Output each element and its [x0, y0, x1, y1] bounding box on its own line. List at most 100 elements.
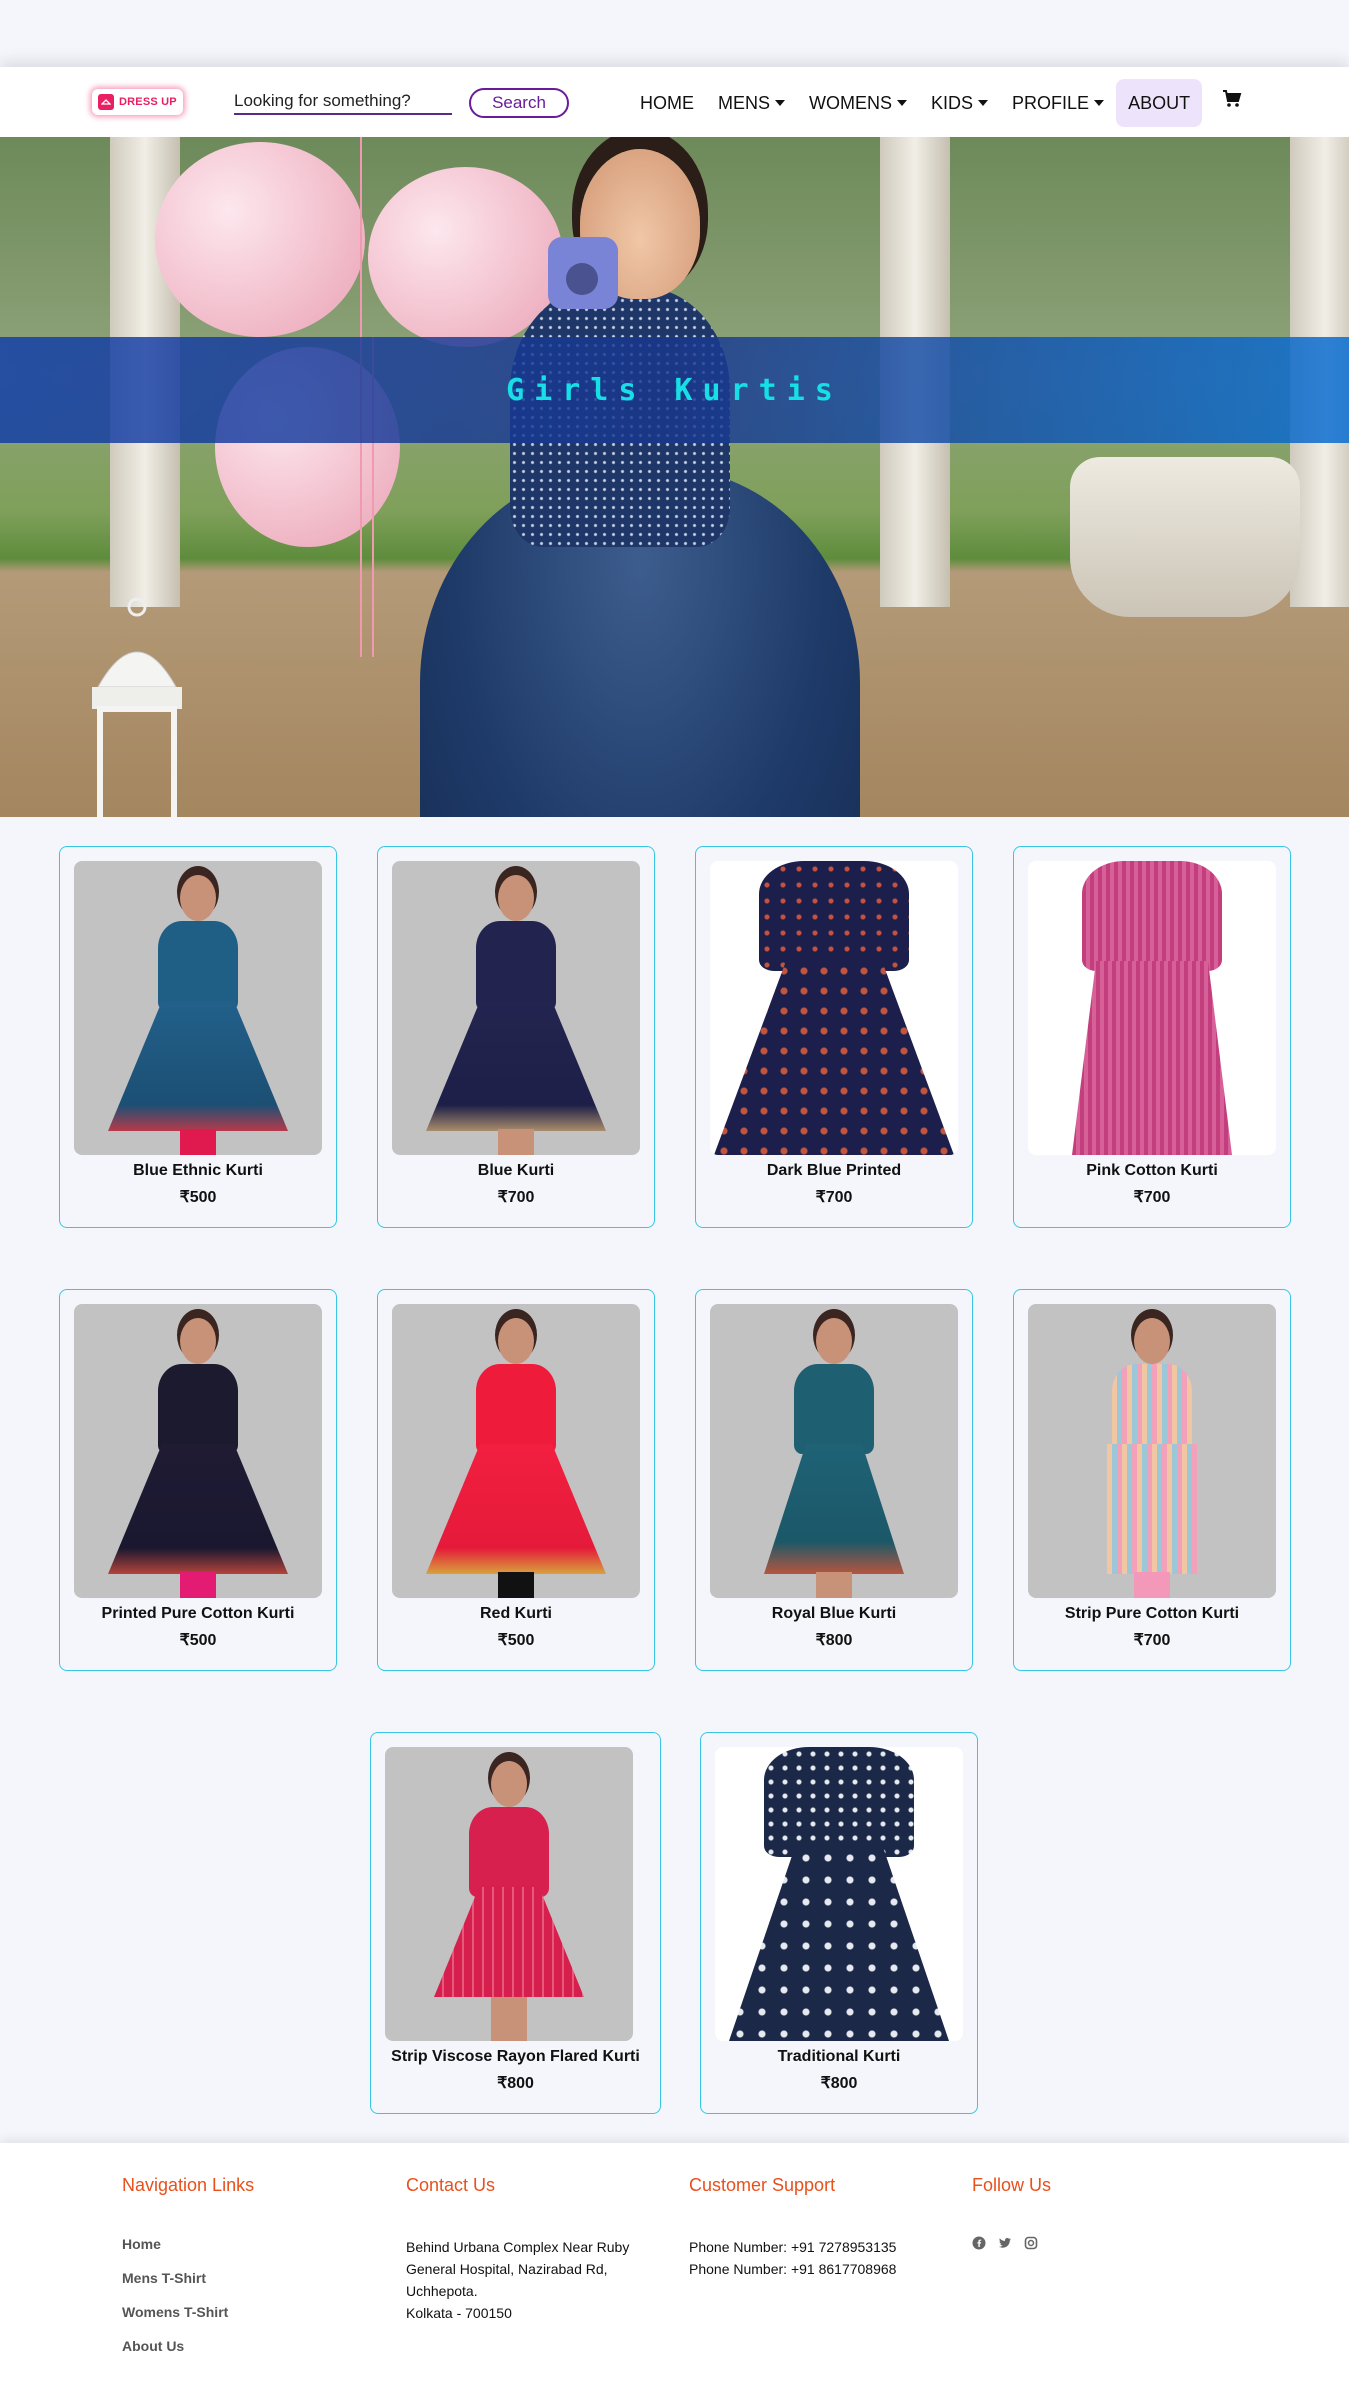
model-skirt — [434, 1887, 584, 1997]
address-line: Kolkata - 700150 — [406, 2305, 512, 2321]
product-image[interactable] — [715, 1747, 963, 2041]
product-image[interactable] — [1028, 861, 1276, 1155]
product-name: Strip Pure Cotton Kurti — [1064, 1605, 1240, 1622]
model-legs — [180, 1129, 216, 1155]
model-legs — [180, 1572, 216, 1598]
social-links — [972, 2236, 1051, 2250]
lantern-image — [92, 597, 182, 817]
product-name: Red Kurti — [480, 1605, 552, 1622]
menu-item-about[interactable]: ABOUT — [1116, 79, 1203, 127]
hero-stone-pot — [1070, 457, 1300, 617]
model-skirt — [714, 961, 954, 1155]
instagram-icon[interactable] — [1024, 2236, 1038, 2250]
model-top — [476, 1364, 556, 1454]
facebook-icon[interactable] — [972, 2236, 986, 2250]
footer-heading: Customer Support — [689, 2175, 836, 2195]
product-card[interactable]: Red Kurti ₹500 — [377, 1289, 655, 1671]
model-legs — [498, 1572, 534, 1598]
menu-label: MENS — [718, 92, 771, 113]
product-price: ₹500 — [179, 1189, 217, 1206]
model-top — [476, 921, 556, 1011]
product-card[interactable]: Printed Pure Cotton Kurti ₹500 — [59, 1289, 337, 1671]
footer-heading: Follow Us — [972, 2175, 1052, 2195]
product-card[interactable]: Pink Cotton Kurti ₹700 — [1013, 846, 1291, 1228]
model-top — [794, 1364, 874, 1454]
model-head — [498, 875, 534, 921]
model-top — [158, 1364, 238, 1454]
twitter-icon[interactable] — [998, 2236, 1012, 2250]
model-top — [764, 1747, 914, 1857]
model-legs — [1134, 1572, 1170, 1598]
hero-title-band: Girls Kurtis — [0, 337, 1349, 443]
product-card[interactable]: Royal Blue Kurti ₹800 — [695, 1289, 973, 1671]
model-skirt — [1107, 1444, 1197, 1574]
model-skirt — [764, 1444, 904, 1574]
footer-link-mens[interactable]: Mens T-Shirt — [122, 2270, 254, 2286]
brand-logo[interactable]: DRESS UP — [92, 89, 183, 115]
product-name: Dark Blue Printed — [766, 1162, 902, 1179]
caret-down-icon — [775, 100, 786, 106]
product-image[interactable] — [392, 861, 640, 1155]
menu-label: WOMENS — [809, 92, 893, 113]
page-title: Girls Kurtis — [506, 372, 843, 408]
footer-heading: Navigation Links — [122, 2175, 255, 2195]
product-price: ₹700 — [1133, 1632, 1171, 1649]
product-price: ₹800 — [815, 1632, 853, 1649]
model-skirt — [108, 1001, 288, 1131]
product-price: ₹800 — [820, 2075, 858, 2092]
model-head — [180, 1318, 216, 1364]
product-card[interactable]: Traditional Kurti ₹800 — [700, 1732, 978, 2114]
model-legs — [498, 1129, 534, 1155]
product-card[interactable]: Strip Pure Cotton Kurti ₹700 — [1013, 1289, 1291, 1671]
caret-down-icon — [978, 100, 989, 106]
product-image[interactable] — [74, 1304, 322, 1598]
product-image[interactable] — [1028, 1304, 1276, 1598]
model-top — [759, 861, 909, 971]
menu-item-kids[interactable]: KIDS — [919, 79, 1000, 127]
product-image[interactable] — [74, 861, 322, 1155]
product-card[interactable]: Blue Kurti ₹700 — [377, 846, 655, 1228]
main-menu: HOME MENS WOMENS KIDS PROFILE ABOUT — [628, 79, 1203, 127]
product-image[interactable] — [385, 1747, 633, 2041]
site-footer: Navigation Links Home Mens T-Shirt Women… — [0, 2143, 1349, 2386]
model-skirt — [426, 1001, 606, 1131]
model-head — [180, 875, 216, 921]
product-card[interactable]: Strip Viscose Rayon Flared Kurti ₹800 — [370, 1732, 661, 2114]
model-head — [498, 1318, 534, 1364]
cart-icon[interactable] — [1222, 89, 1242, 109]
search-button[interactable]: Search — [469, 88, 569, 118]
model-skirt — [729, 1847, 949, 2041]
menu-label: PROFILE — [1012, 92, 1090, 113]
menu-label: HOME — [640, 92, 694, 113]
address-line: Uchhepota. — [406, 2283, 478, 2299]
product-image[interactable] — [710, 861, 958, 1155]
footer-link-home[interactable]: Home — [122, 2236, 254, 2252]
menu-item-home[interactable]: HOME — [628, 79, 706, 127]
footer-link-about[interactable]: About Us — [122, 2338, 254, 2354]
menu-item-profile[interactable]: PROFILE — [1000, 79, 1116, 127]
product-name: Blue Ethnic Kurti — [133, 1162, 263, 1179]
product-image[interactable] — [392, 1304, 640, 1598]
model-top — [1082, 861, 1222, 971]
footer-link-womens[interactable]: Womens T-Shirt — [122, 2304, 254, 2320]
product-name: Pink Cotton Kurti — [1086, 1162, 1218, 1179]
product-price: ₹700 — [815, 1189, 853, 1206]
product-image[interactable] — [710, 1304, 958, 1598]
menu-item-womens[interactable]: WOMENS — [797, 79, 919, 127]
product-card[interactable]: Dark Blue Printed ₹700 — [695, 846, 973, 1228]
model-head — [1134, 1318, 1170, 1364]
search-input[interactable] — [234, 89, 452, 115]
menu-label: ABOUT — [1128, 92, 1191, 113]
footer-support: Customer Support Phone Number: +91 72789… — [689, 2175, 896, 2280]
menu-item-mens[interactable]: MENS — [706, 79, 797, 127]
product-price: ₹700 — [497, 1189, 535, 1206]
product-price: ₹700 — [1133, 1189, 1171, 1206]
model-skirt — [108, 1444, 288, 1574]
footer-follow: Follow Us — [972, 2175, 1051, 2250]
model-legs — [491, 1997, 527, 2041]
menu-label: KIDS — [931, 92, 974, 113]
product-name: Royal Blue Kurti — [771, 1605, 897, 1622]
model-top — [1112, 1364, 1192, 1454]
hanger-icon — [98, 94, 114, 110]
product-card[interactable]: Blue Ethnic Kurti ₹500 — [59, 846, 337, 1228]
